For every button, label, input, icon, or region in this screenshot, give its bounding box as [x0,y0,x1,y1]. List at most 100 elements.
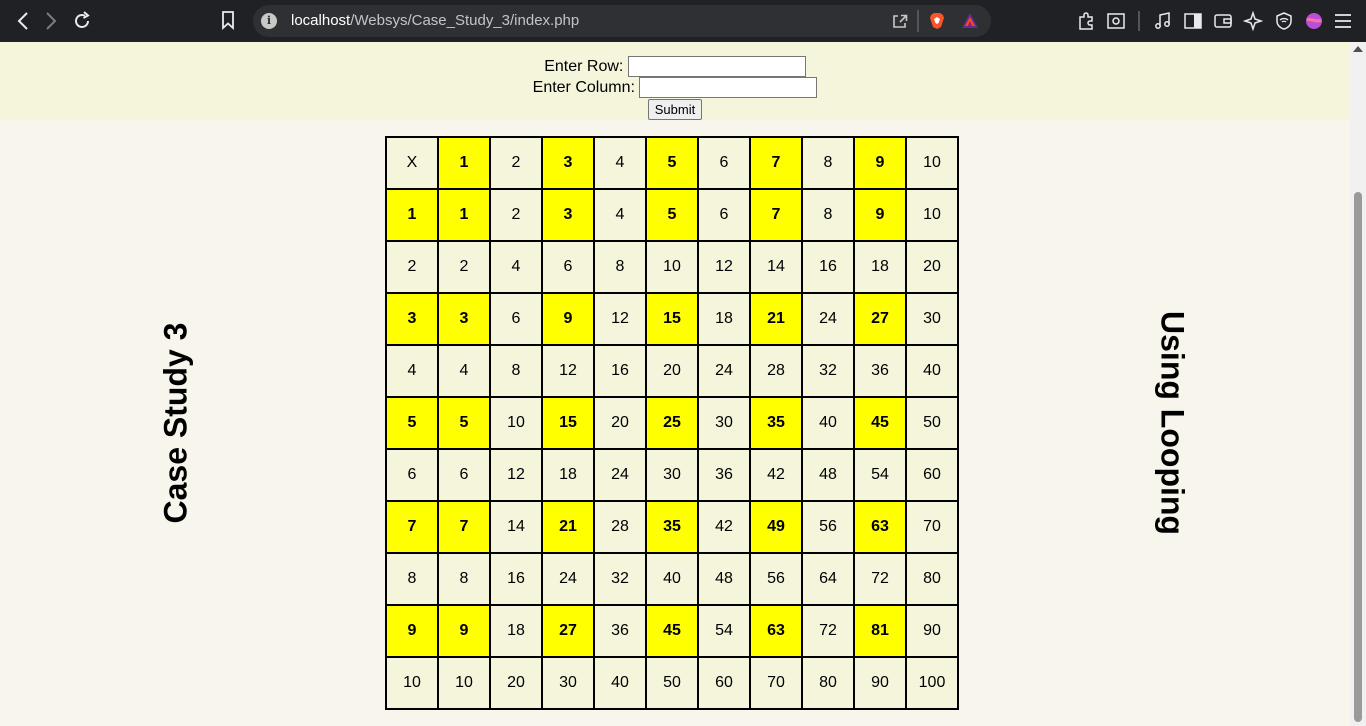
table-cell: 8 [593,240,647,294]
table-cell: 21 [541,500,595,554]
table-cell: 100 [905,656,959,710]
table-cell: 24 [697,344,751,398]
share-icon[interactable] [891,12,909,30]
using-looping-title: Using Looping [1154,311,1191,535]
table-cell: 42 [749,448,803,502]
reload-icon[interactable] [71,10,93,32]
case-study-title: Case Study 3 [157,322,194,524]
screenshot-icon[interactable] [1106,11,1126,31]
forward-icon[interactable] [40,10,62,32]
table-cell: 9 [853,188,907,242]
table-cell: 14 [489,500,543,554]
omnibox-divider [917,10,919,32]
vpn-icon[interactable] [1274,11,1294,31]
table-cell: 8 [437,552,491,606]
column-header-cell: 2 [489,136,543,190]
table-cell: 30 [905,292,959,346]
row-input[interactable] [627,56,806,77]
table-cell: 8 [489,344,543,398]
input-form: Enter Row: Enter Column: Submit [0,42,1350,120]
table-row: 3 3 6 9 12 15 18 21 24 27 30 [385,292,959,346]
table-cell: 64 [801,552,855,606]
table-cell: 45 [645,604,699,658]
table-cell: 30 [697,396,751,450]
table-cell: 63 [853,500,907,554]
bookmark-icon[interactable] [220,10,240,32]
table-cell: 36 [593,604,647,658]
table-cell: 36 [853,344,907,398]
submit-button[interactable]: Submit [647,99,703,120]
row-header-cell: 3 [385,292,439,346]
table-cell: 16 [593,344,647,398]
brave-shields-icon[interactable] [928,12,946,30]
submit-line: Submit [0,99,1350,120]
table-row: 9 9 18 27 36 45 54 63 72 81 90 [385,604,959,658]
vertical-scrollbar[interactable] [1350,42,1366,726]
row-header-cell: 5 [385,396,439,450]
table-cell: 4 [593,188,647,242]
address-bar[interactable]: i localhost/Websys/Case_Study_3/index.ph… [253,5,991,37]
browser-toolbar: i localhost/Websys/Case_Study_3/index.ph… [0,0,1366,42]
row-header-cell: 8 [385,552,439,606]
table-cell: 28 [593,500,647,554]
url-text[interactable]: localhost/Websys/Case_Study_3/index.php [291,12,579,29]
scroll-up-arrow-icon[interactable] [1353,46,1363,52]
profile-icon[interactable] [1304,11,1324,31]
table-cell: 20 [905,240,959,294]
table-cell: 25 [645,396,699,450]
table-cell: 50 [905,396,959,450]
sidebar-icon[interactable] [1183,11,1203,31]
table-cell: 28 [749,344,803,398]
table-cell: 56 [801,500,855,554]
table-corner-cell: X [385,136,439,190]
table-cell: 27 [541,604,595,658]
table-cell: 12 [697,240,751,294]
table-cell: 50 [645,656,699,710]
brave-rewards-icon[interactable] [961,12,979,30]
table-cell: 32 [593,552,647,606]
table-cell: 81 [853,604,907,658]
table-cell: 18 [489,604,543,658]
row-header-cell: 2 [385,240,439,294]
table-cell: 6 [437,448,491,502]
table-cell: 20 [489,656,543,710]
table-row: 5 5 10 15 20 25 30 35 40 45 50 [385,396,959,450]
table-cell: 80 [905,552,959,606]
column-header-cell: 6 [697,136,751,190]
table-cell: 90 [905,604,959,658]
table-cell: 6 [697,188,751,242]
column-input[interactable] [639,77,818,98]
table-cell: 15 [645,292,699,346]
table-cell: 16 [801,240,855,294]
column-header-cell: 10 [905,136,959,190]
table-cell: 40 [593,656,647,710]
table-row: 7 7 14 21 28 35 42 49 56 63 70 [385,500,959,554]
table-cell: 14 [749,240,803,294]
table-cell: 90 [853,656,907,710]
column-header-cell: 8 [801,136,855,190]
table-cell: 35 [749,396,803,450]
menu-icon[interactable] [1334,11,1354,31]
table-cell: 49 [749,500,803,554]
table-cell: 54 [697,604,751,658]
table-cell: 27 [853,292,907,346]
back-icon[interactable] [12,10,34,32]
leo-ai-icon[interactable] [1242,10,1264,32]
media-icon[interactable] [1153,11,1173,31]
row-header-cell: 10 [385,656,439,710]
table-cell: 6 [489,292,543,346]
table-cell: 10 [437,656,491,710]
extensions-icon[interactable] [1076,11,1096,31]
table-cell: 21 [749,292,803,346]
table-cell: 30 [645,448,699,502]
table-row: 4 4 8 12 16 20 24 28 32 36 40 [385,344,959,398]
table-cell: 24 [801,292,855,346]
table-cell: 2 [437,240,491,294]
wallet-icon[interactable] [1213,11,1233,31]
info-icon[interactable]: i [261,13,277,29]
table-cell: 35 [645,500,699,554]
table-cell: 72 [853,552,907,606]
table-cell: 12 [593,292,647,346]
scroll-thumb[interactable] [1354,192,1362,722]
table-cell: 8 [801,188,855,242]
